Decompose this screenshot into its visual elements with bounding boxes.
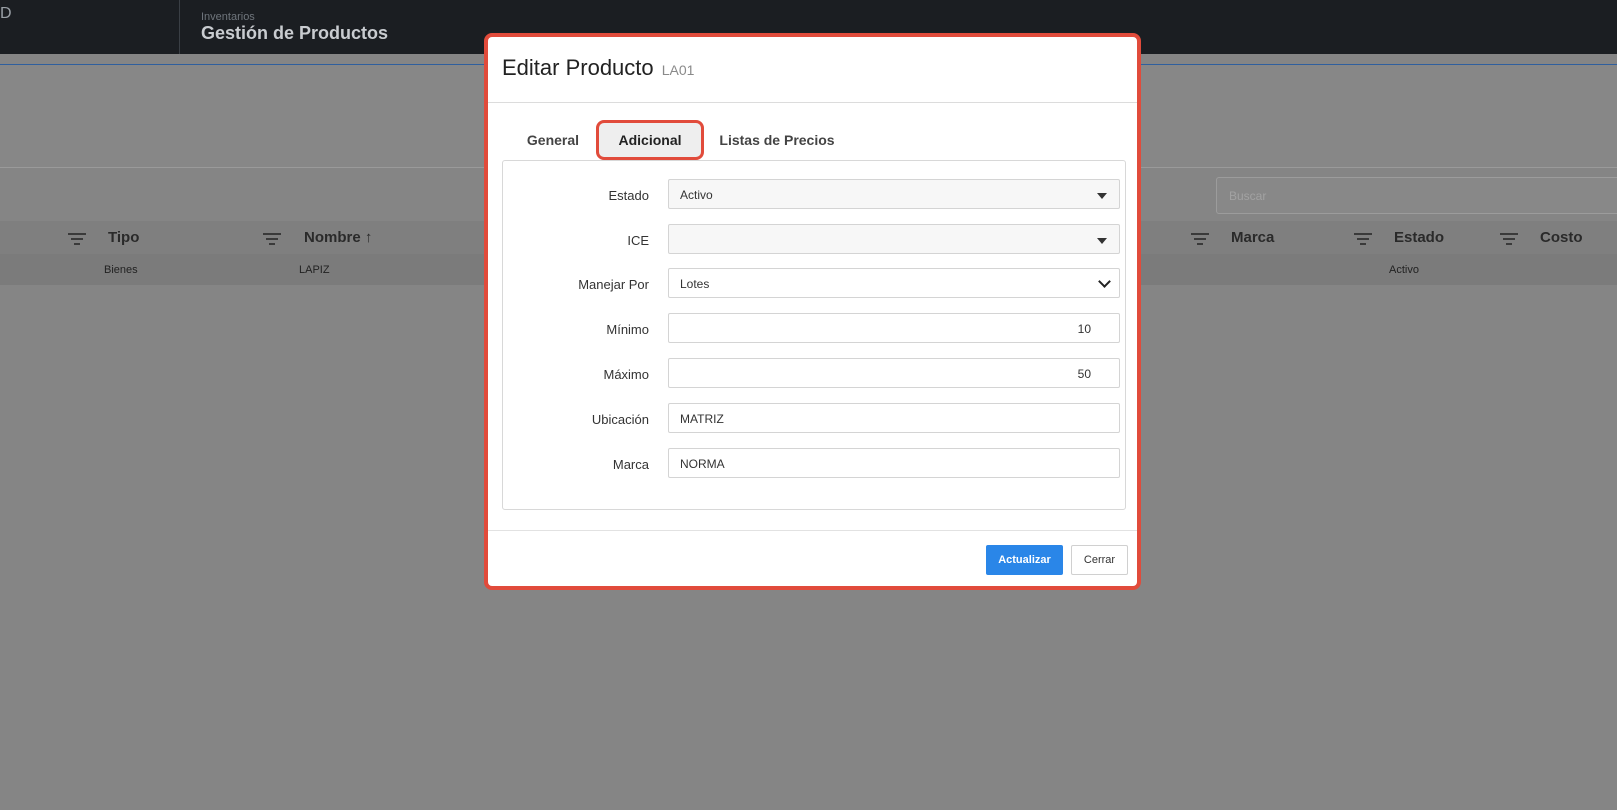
cell-nombre: LAPIZ (299, 264, 330, 276)
ubicacion-value: MATRIZ (680, 412, 724, 426)
manejar-por-select[interactable]: Lotes (668, 268, 1120, 298)
close-button[interactable]: Cerrar (1071, 545, 1128, 575)
field-ubicacion: Ubicación MATRIZ (503, 403, 1125, 433)
edit-product-modal: Editar Producto LA01 General Adicional L… (484, 33, 1141, 590)
modal-footer-divider (488, 530, 1137, 531)
filter-icon[interactable] (1500, 233, 1518, 245)
column-header-nombre[interactable]: Nombre ↑ (304, 229, 372, 246)
field-manejar-por: Manejar Por Lotes (503, 268, 1125, 298)
cell-estado: Activo (1389, 264, 1419, 276)
cell-tipo: Bienes (104, 264, 138, 276)
marca-label: Marca (612, 457, 649, 472)
breadcrumb[interactable]: Inventarios (201, 11, 255, 23)
minimo-label: Mínimo (606, 322, 649, 337)
maximo-input[interactable]: 50 (668, 358, 1120, 388)
dropdown-caret-icon (1097, 193, 1107, 199)
product-code: LA01 (661, 62, 695, 78)
maximo-value: 50 (1077, 367, 1091, 381)
search-input[interactable]: Buscar (1216, 177, 1617, 214)
estado-select[interactable]: Activo (668, 179, 1120, 209)
field-maximo: Máximo 50 (503, 358, 1125, 388)
filter-icon[interactable] (1354, 233, 1372, 245)
dropdown-caret-icon (1097, 238, 1107, 244)
modal-header: Editar Producto LA01 (488, 37, 1137, 103)
field-ice: ICE (503, 224, 1125, 254)
field-minimo: Mínimo 10 (503, 313, 1125, 343)
ubicacion-label: Ubicación (591, 412, 649, 427)
minimo-input[interactable]: 10 (668, 313, 1120, 343)
tab-adicional[interactable]: Adicional (596, 120, 704, 160)
marca-value: NORMA (680, 457, 725, 471)
ice-select[interactable] (668, 224, 1120, 254)
tab-listas-de-precios[interactable]: Listas de Precios (718, 120, 836, 160)
search-placeholder: Buscar (1229, 189, 1267, 203)
chevron-down-icon (1098, 275, 1111, 288)
filter-icon[interactable] (1191, 233, 1209, 245)
column-header-costo[interactable]: Costo (1540, 229, 1583, 246)
brand-fragment: D (0, 5, 12, 22)
manejar-por-value: Lotes (680, 277, 710, 291)
header-divider (179, 0, 180, 54)
filter-icon[interactable] (68, 233, 86, 245)
estado-value: Activo (680, 188, 713, 202)
filter-icon[interactable] (263, 233, 281, 245)
page-title: Gestión de Productos (201, 23, 389, 43)
modal-title-text: Editar Producto (502, 55, 654, 80)
update-button[interactable]: Actualizar (986, 545, 1063, 575)
manejar-por-label: Manejar Por (578, 277, 649, 292)
column-header-marca[interactable]: Marca (1231, 229, 1274, 246)
marca-input[interactable]: NORMA (668, 448, 1120, 478)
modal-title: Editar Producto LA01 (502, 55, 694, 81)
field-marca: Marca NORMA (503, 448, 1125, 478)
minimo-value: 10 (1077, 322, 1091, 336)
estado-label: Estado (608, 188, 649, 203)
maximo-label: Máximo (603, 367, 649, 382)
column-header-estado[interactable]: Estado (1394, 229, 1444, 246)
tab-panel-adicional: Estado Activo ICE Manejar Por Lotes Míni… (502, 160, 1126, 510)
ice-label: ICE (627, 233, 649, 248)
ubicacion-input[interactable]: MATRIZ (668, 403, 1120, 433)
tab-general[interactable]: General (522, 120, 584, 160)
column-header-tipo[interactable]: Tipo (108, 229, 139, 246)
field-estado: Estado Activo (503, 179, 1125, 209)
